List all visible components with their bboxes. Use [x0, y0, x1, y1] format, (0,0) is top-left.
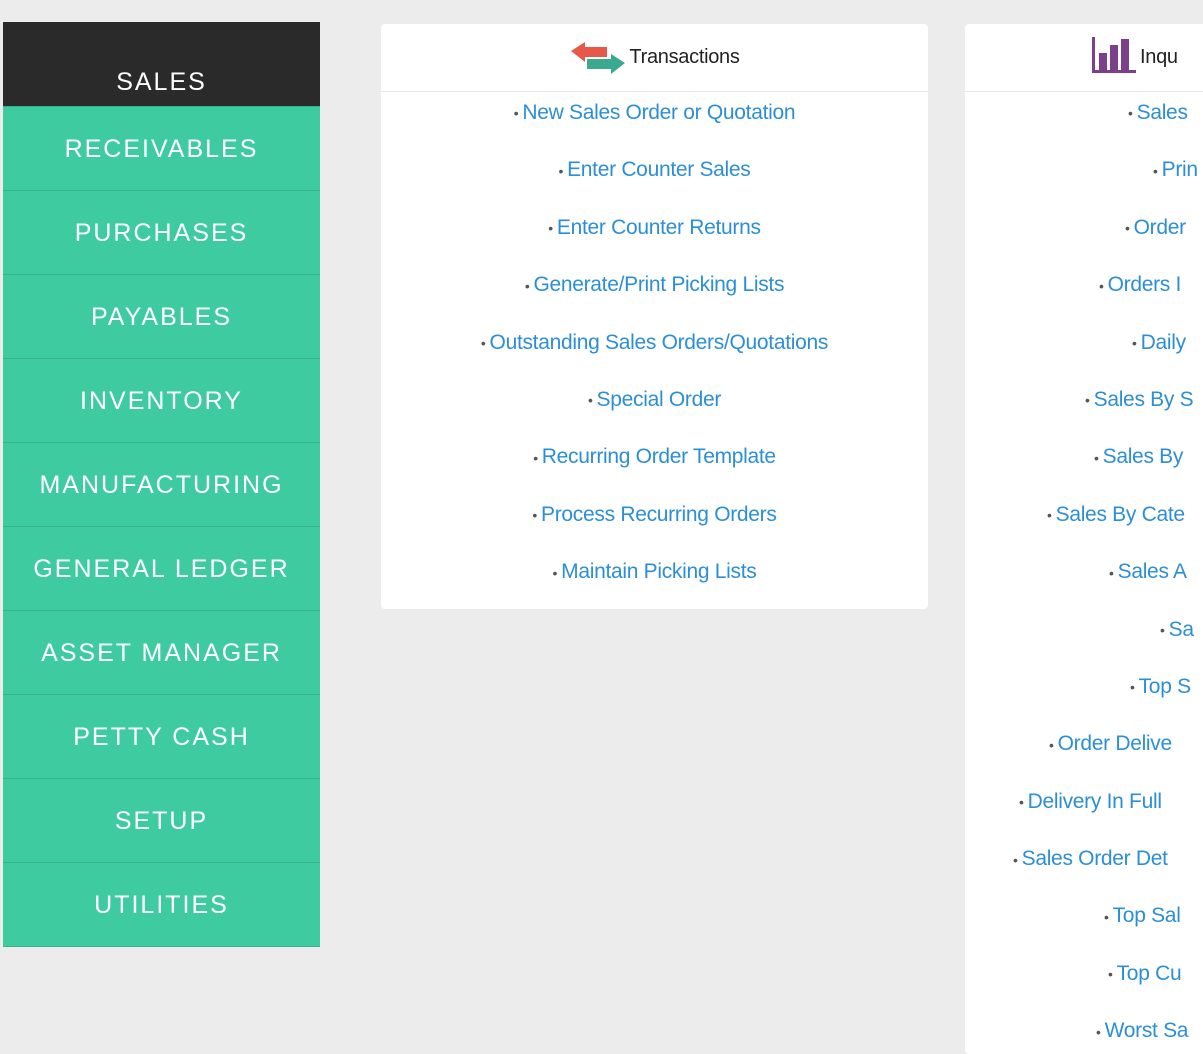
inquiry-link[interactable]: • Orders I — [1099, 273, 1181, 296]
special-order-link[interactable]: • Special Order — [588, 388, 721, 411]
sidebar-item-setup[interactable]: SETUP — [3, 779, 320, 863]
inquiries-link-list: • Sales • Prin • Order • Orders I • Daily • Sa… — [965, 92, 1203, 1054]
inquiry-link[interactable]: • Order — [1125, 216, 1186, 239]
list-item: • Prin — [965, 149, 1203, 206]
list-item: • Order — [965, 207, 1203, 264]
inquiry-link[interactable]: • Order Delive — [1049, 732, 1172, 755]
sidebar-item-label: PETTY CASH — [73, 723, 250, 751]
sidebar-item-petty-cash[interactable]: PETTY CASH — [3, 695, 320, 779]
inquiry-link[interactable]: • Sales By Cate — [1047, 503, 1185, 526]
list-item: • Top S — [965, 666, 1203, 723]
sidebar-item-label: ASSET MANAGER — [41, 639, 282, 667]
enter-counter-sales-link[interactable]: • Enter Counter Sales — [558, 158, 750, 181]
inquiry-link[interactable]: • Sales Order Det — [1013, 847, 1168, 870]
inquiry-link[interactable]: • Sales — [1128, 101, 1188, 124]
inquiry-link[interactable]: • Sales By — [1094, 445, 1183, 468]
bar-chart-icon — [1090, 35, 1138, 81]
inquiry-link[interactable]: • Sales By S — [1085, 388, 1194, 411]
inquiries-header: Inqu — [965, 24, 1203, 92]
sidebar-item-purchases[interactable]: PURCHASES — [3, 191, 320, 275]
sidebar-item-payables[interactable]: PAYABLES — [3, 275, 320, 359]
list-item: • Special Order — [381, 379, 928, 436]
transactions-header: Transactions — [381, 24, 928, 92]
list-item: • New Sales Order or Quotation — [381, 92, 928, 149]
list-item: • Enter Counter Sales — [381, 149, 928, 206]
panel-title: Inqu — [1140, 46, 1178, 68]
sidebar-item-label: UTILITIES — [94, 891, 229, 919]
sidebar-item-inventory[interactable]: INVENTORY — [3, 359, 320, 443]
list-item: • Top Sal — [965, 895, 1203, 952]
list-item: • Recurring Order Template — [381, 436, 928, 493]
inquiry-link[interactable]: • Top S — [1130, 675, 1191, 698]
new-sales-order-link[interactable]: • New Sales Order or Quotation — [514, 101, 796, 124]
sidebar-item-label: MANUFACTURING — [39, 471, 284, 499]
inquiry-link[interactable]: • Worst Sa — [1096, 1019, 1188, 1042]
sidebar-item-label: INVENTORY — [80, 387, 243, 415]
list-item: • Sales A — [965, 551, 1203, 608]
recurring-template-link[interactable]: • Recurring Order Template — [533, 445, 776, 468]
sidebar-item-label: SETUP — [114, 807, 209, 835]
inquiry-link[interactable]: • Sa — [1160, 618, 1194, 641]
list-item: • Order Delive — [965, 723, 1203, 780]
sidebar-item-manufacturing[interactable]: MANUFACTURING — [3, 443, 320, 527]
inquiry-link[interactable]: • Top Cu — [1108, 962, 1182, 985]
list-item: • Orders I — [965, 264, 1203, 321]
sidebar-item-utilities[interactable]: UTILITIES — [3, 863, 320, 947]
list-item: • Sa — [965, 609, 1203, 666]
panel-title: Transactions — [629, 46, 740, 68]
list-item: • Sales By — [965, 436, 1203, 493]
inquiry-link[interactable]: • Top Sal — [1104, 904, 1181, 927]
enter-counter-returns-link[interactable]: • Enter Counter Returns — [548, 216, 761, 239]
list-item: • Daily — [965, 322, 1203, 379]
inquiries-panel: Inqu • Sales • Prin • Order • Orders I • Dail… — [965, 24, 1203, 1054]
inquiry-link[interactable]: • Sales A — [1109, 560, 1187, 583]
inquiry-link[interactable]: • Prin — [1153, 158, 1198, 181]
transfer-arrows-icon — [569, 33, 627, 83]
list-item: • Generate/Print Picking Lists — [381, 264, 928, 321]
picking-lists-link[interactable]: • Generate/Print Picking Lists — [525, 273, 785, 296]
list-item: • Enter Counter Returns — [381, 207, 928, 264]
process-recurring-link[interactable]: • Process Recurring Orders — [532, 503, 776, 526]
sidebar-item-general-ledger[interactable]: GENERAL LEDGER — [3, 527, 320, 611]
sidebar-item-asset-manager[interactable]: ASSET MANAGER — [3, 611, 320, 695]
sidebar-item-label: SALES — [116, 68, 207, 96]
list-item: • Process Recurring Orders — [381, 494, 928, 551]
list-item: • Outstanding Sales Orders/Quotations — [381, 322, 928, 379]
inquiry-link[interactable]: • Delivery In Full — [1019, 790, 1162, 813]
maintain-picking-link[interactable]: • Maintain Picking Lists — [553, 560, 757, 583]
outstanding-orders-link[interactable]: • Outstanding Sales Orders/Quotations — [481, 331, 828, 354]
list-item: • Sales By S — [965, 379, 1203, 436]
list-item: • Delivery In Full — [965, 781, 1203, 838]
inquiry-link[interactable]: • Daily — [1132, 331, 1186, 354]
transactions-link-list: • New Sales Order or Quotation • Enter Cou… — [381, 92, 928, 609]
sidebar-item-receivables[interactable]: RECEIVABLES — [3, 107, 320, 191]
sidebar-nav: SALES RECEIVABLES PURCHASES PAYABLES INV… — [3, 22, 320, 947]
list-item: • Worst Sa — [965, 1010, 1203, 1054]
sidebar-item-label: PURCHASES — [74, 219, 249, 247]
sidebar-item-label: RECEIVABLES — [64, 135, 259, 163]
sidebar-item-label: PAYABLES — [90, 303, 233, 331]
list-item: • Sales By Cate — [965, 494, 1203, 551]
list-item: • Sales — [965, 92, 1203, 149]
transactions-panel: Transactions • New Sales Order or Quotati… — [381, 24, 928, 609]
list-item: • Sales Order Det — [965, 838, 1203, 895]
list-item: • Maintain Picking Lists — [381, 551, 928, 608]
list-item: • Top Cu — [965, 953, 1203, 1010]
sidebar-item-label: GENERAL LEDGER — [33, 555, 290, 583]
sidebar-item-sales[interactable]: SALES — [3, 22, 320, 107]
